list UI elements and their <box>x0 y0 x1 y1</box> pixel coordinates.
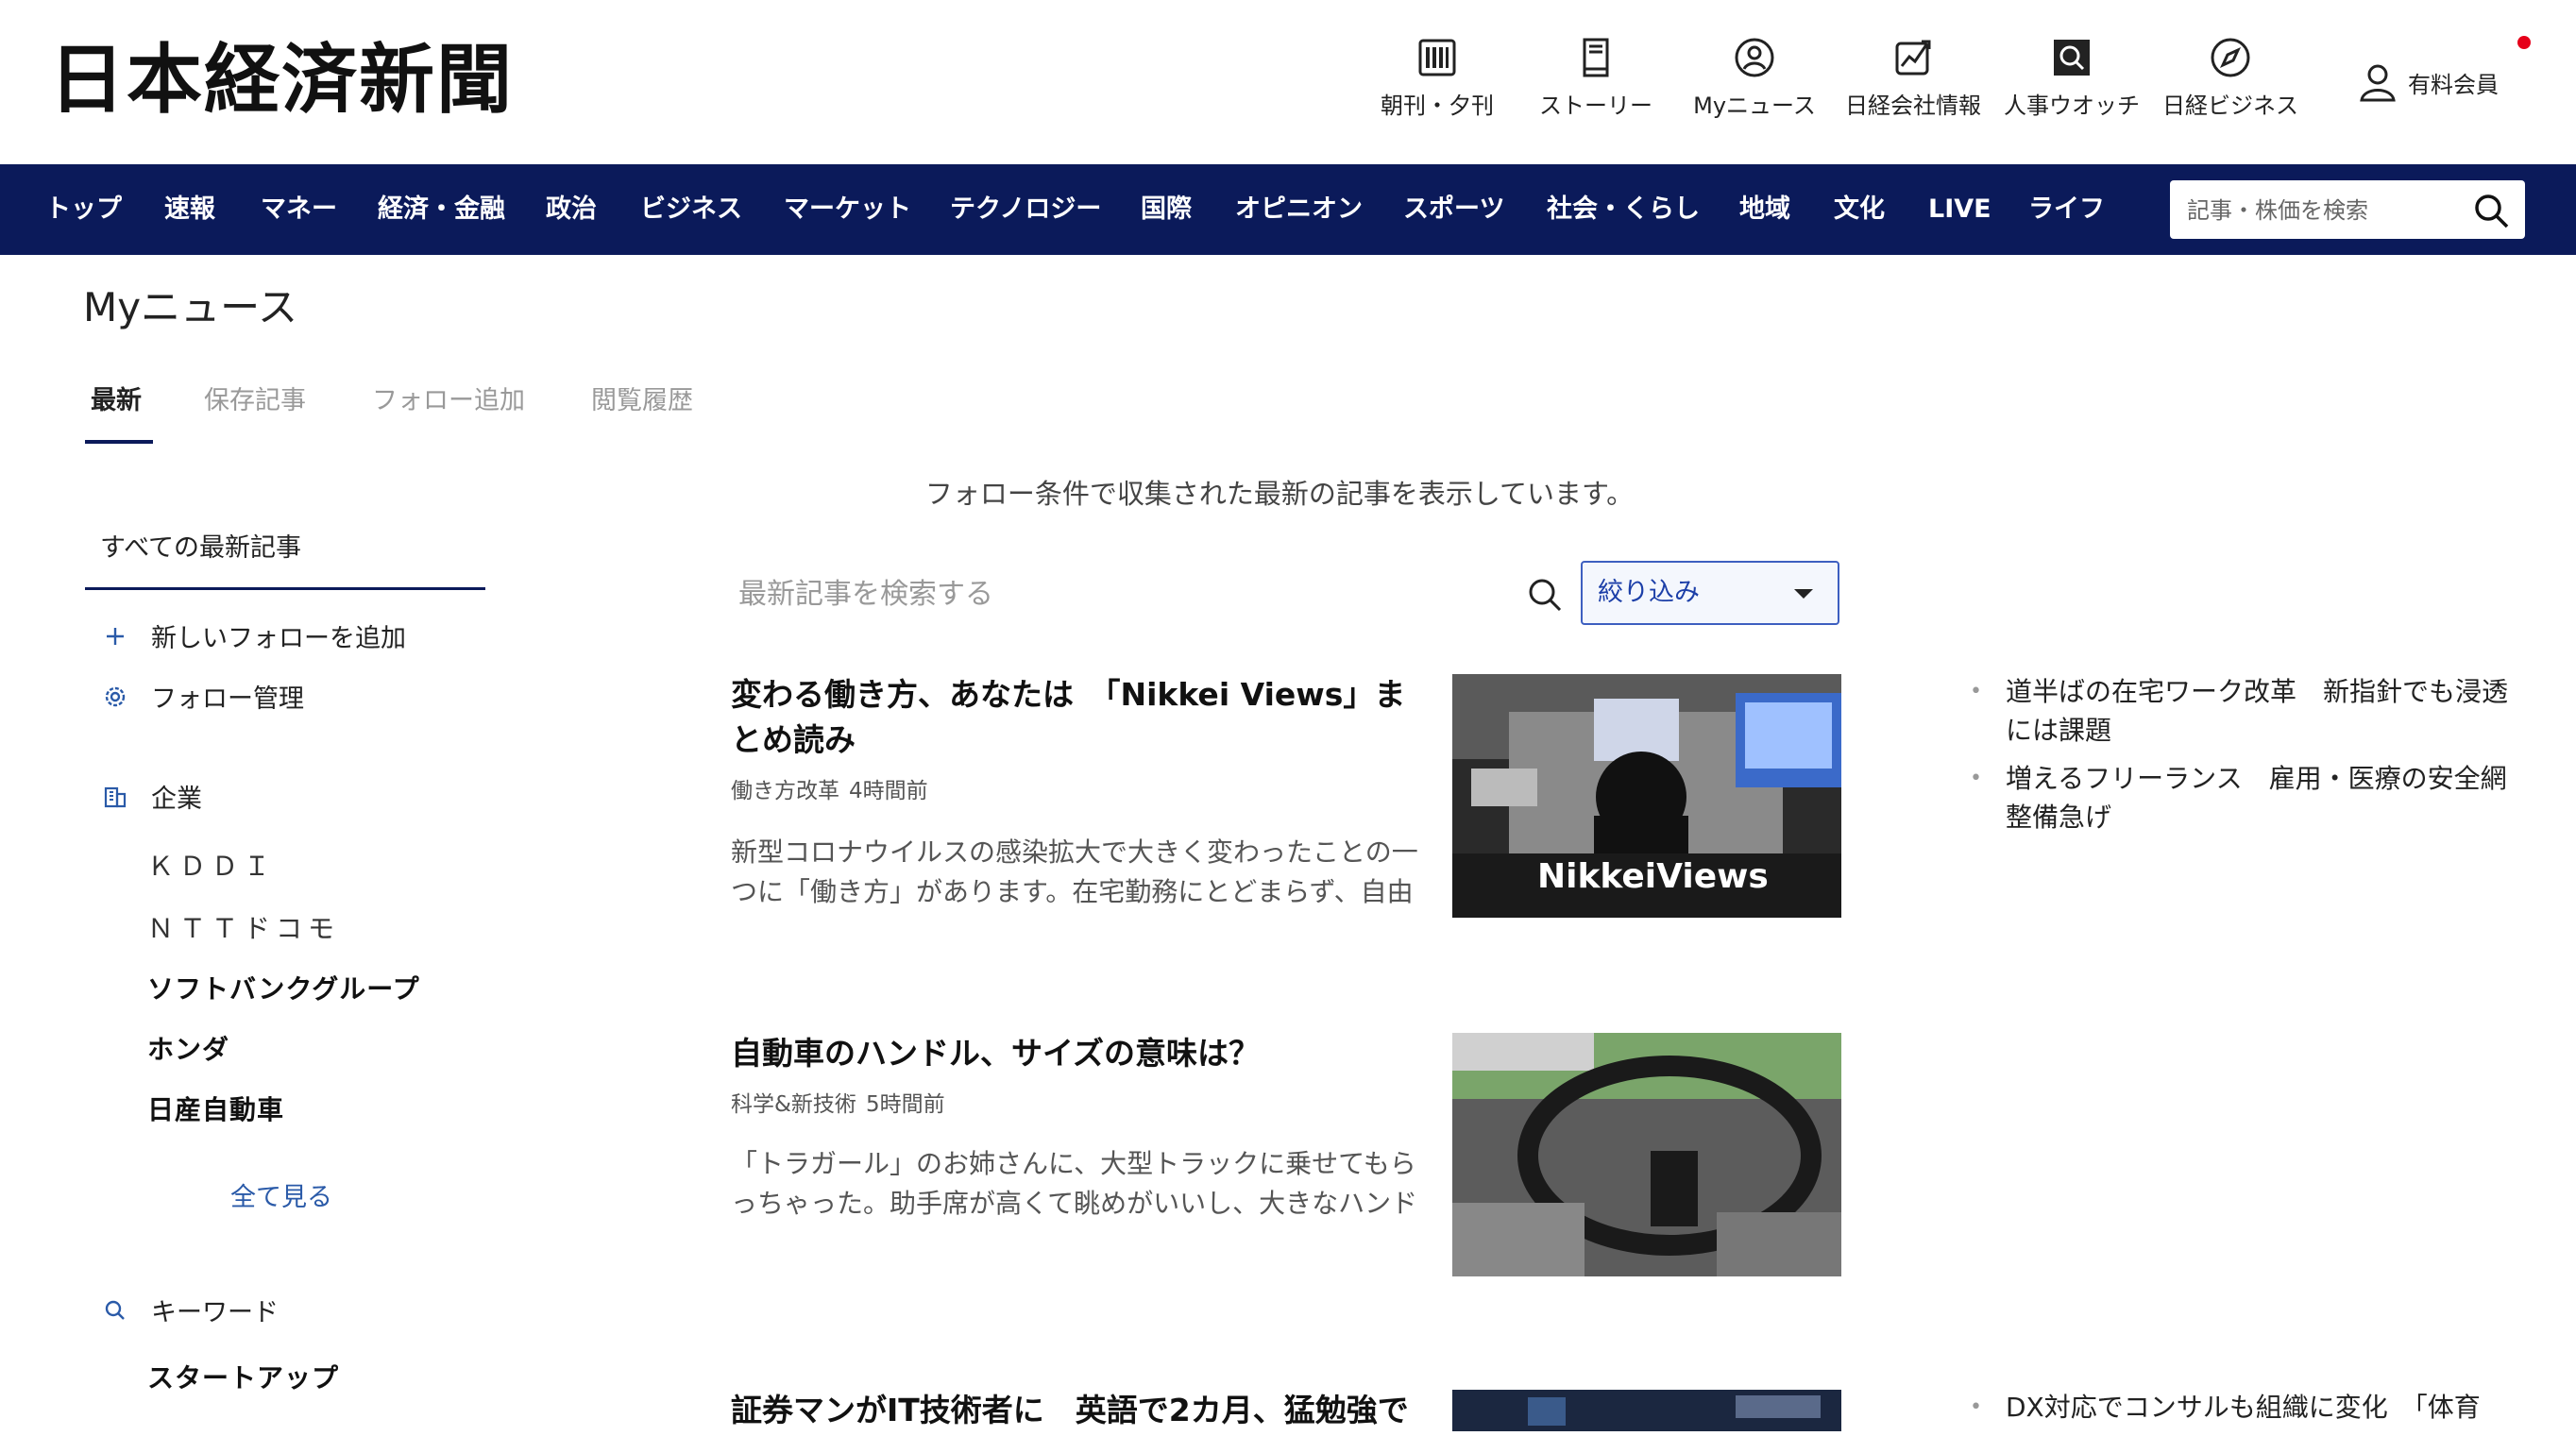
article-snippet: 「トラガール」のお姉さんに、大型トラックに乗せてもらっちゃった。助手席が高くて眺… <box>731 1148 1418 1219</box>
active-tab-indicator <box>85 440 153 444</box>
nav-item-local[interactable]: 地域 <box>1739 164 1790 255</box>
article-title[interactable]: 自動車のハンドル、サイズの意味は？ <box>731 1031 1430 1076</box>
all-latest-articles-link[interactable]: すべての最新記事 <box>100 527 301 564</box>
site-search-input[interactable] <box>2185 180 2463 241</box>
article-snippet: 新型コロナウイルスの感染拡大で大きく変わったことの一つに「働き方」があります。在… <box>731 836 1418 907</box>
see-all-companies-link[interactable]: 全て見る <box>230 1176 332 1213</box>
keywords-heading: キーワード <box>102 1292 279 1328</box>
tool-label: 朝刊・夕刊 <box>1381 93 1494 119</box>
plus-icon <box>107 627 124 645</box>
tab-follow[interactable]: フォロー追加 <box>372 380 525 416</box>
companies-label: 企業 <box>151 785 202 814</box>
related-article-link[interactable]: 道半ばの在宅ワーク改革 新指針でも浸透には課題 <box>1970 672 2517 750</box>
nav-item-politics[interactable]: 政治 <box>546 164 597 255</box>
member-label: 有料会員 <box>2408 71 2499 98</box>
search-icon[interactable] <box>1526 576 1564 614</box>
nav-item-technology[interactable]: テクノロジー <box>950 164 1101 255</box>
steering-wheel-photo <box>1452 1033 1841 1276</box>
compass-icon <box>2211 38 2250 77</box>
article-search <box>737 557 1568 631</box>
company-item[interactable]: ＫＤＤＩ <box>147 846 276 884</box>
filter-dropdown[interactable]: 絞り込み <box>1581 561 1839 625</box>
user-circle-icon <box>1735 38 1774 77</box>
tool-label: Myニュース <box>1693 93 1816 119</box>
chevron-down-icon <box>1794 589 1813 599</box>
book-icon <box>1583 38 1609 77</box>
nav-item-top[interactable]: トップ <box>45 164 122 255</box>
add-follow-link[interactable]: 新しいフォローを追加 <box>102 617 406 654</box>
nav-item-economy[interactable]: 経済・金融 <box>378 164 505 255</box>
search-icon <box>105 1300 125 1320</box>
story-button[interactable]: ストーリー <box>1511 36 1681 120</box>
manage-follow-label: フォロー管理 <box>151 684 304 714</box>
building-icon <box>104 786 127 807</box>
article-meta: 科学&新技術 5時間前 <box>731 1086 945 1118</box>
tool-label: 人事ウオッチ <box>2004 93 2140 119</box>
article-thumbnail[interactable] <box>1452 1033 1841 1276</box>
article-title[interactable]: 変わる働き方、あなたは 「Nikkei Views」まとめ読み <box>731 672 1430 763</box>
company-item[interactable]: ソフトバンクグループ <box>147 969 420 1006</box>
company-item[interactable]: ホンダ <box>147 1029 229 1067</box>
chart-icon <box>1895 40 1931 76</box>
keyword-item[interactable]: スタートアップ <box>147 1358 339 1395</box>
article-time: 4時間前 <box>849 779 928 803</box>
related-list: 道半ばの在宅ワーク改革 新指針でも浸透には課題 増えるフリーランス 雇用・医療の… <box>1970 672 2517 846</box>
office-photo: NikkeiViews <box>1452 674 1841 918</box>
article-title[interactable]: 証券マンがIT技術者に 英語で2カ月、猛勉強で <box>731 1388 1430 1433</box>
related-article-link[interactable]: 増えるフリーランス 雇用・医療の安全網整備急げ <box>1970 759 2517 836</box>
all-latest-underline <box>85 587 485 590</box>
article-thumbnail[interactable] <box>1452 1390 1841 1431</box>
my-news-button[interactable]: Myニュース <box>1669 36 1839 120</box>
nav-item-culture[interactable]: 文化 <box>1834 164 1885 255</box>
nav-item-society[interactable]: 社会・くらし <box>1547 164 1700 255</box>
article-tag[interactable]: 科学&新技術 <box>731 1092 856 1117</box>
tool-label: ストーリー <box>1539 93 1652 119</box>
tab-history[interactable]: 閲覧履歴 <box>591 380 693 416</box>
notification-dot <box>2517 36 2531 49</box>
nav-item-sports[interactable]: スポーツ <box>1403 164 1504 255</box>
companies-heading: 企業 <box>102 778 202 815</box>
intro-text: フォロー条件で収集された最新の記事を表示しています。 <box>924 478 1635 510</box>
morning-evening-edition-button[interactable]: 朝刊・夕刊 <box>1352 36 1522 120</box>
tool-label: 日経会社情報 <box>1845 93 1981 119</box>
gear-icon <box>105 686 126 706</box>
article-photo <box>1452 1390 1841 1431</box>
nav-item-money[interactable]: マネー <box>261 164 337 255</box>
tab-latest[interactable]: 最新 <box>91 380 142 416</box>
nikkei-business-button[interactable]: 日経ビジネス <box>2145 36 2315 120</box>
related-article-link[interactable]: DX対応でコンサルも組織に変化 「体育 <box>1970 1388 2517 1427</box>
search-square-icon <box>2054 40 2090 76</box>
tool-label: 日経ビジネス <box>2162 93 2298 119</box>
article-tag[interactable]: 働き方改革 <box>731 779 839 803</box>
company-info-button[interactable]: 日経会社情報 <box>1828 36 1998 120</box>
nikkei-views-caption: NikkeiViews <box>1537 857 1769 896</box>
member-button[interactable]: 有料会員 <box>2359 62 2499 102</box>
related-list: DX対応でコンサルも組織に変化 「体育 <box>1970 1388 2517 1436</box>
manage-follow-link[interactable]: フォロー管理 <box>102 678 304 715</box>
nav-item-market[interactable]: マーケット <box>784 164 911 255</box>
nikkei-logo[interactable]: 日本経済新聞 <box>49 36 514 123</box>
article-time: 5時間前 <box>865 1092 945 1117</box>
article-thumbnail[interactable]: NikkeiViews <box>1452 674 1841 918</box>
personnel-watch-button[interactable]: 人事ウオッチ <box>1987 36 2157 120</box>
nav-item-life[interactable]: ライフ <box>2028 164 2105 255</box>
article-search-input[interactable] <box>737 557 1496 631</box>
search-icon[interactable] <box>2472 192 2510 229</box>
tab-saved[interactable]: 保存記事 <box>204 380 306 416</box>
site-search <box>2170 180 2525 241</box>
nav-item-opinion[interactable]: オピニオン <box>1235 164 1363 255</box>
newspaper-icon <box>1418 39 1456 76</box>
add-follow-label: 新しいフォローを追加 <box>151 624 406 653</box>
article-meta: 働き方改革 4時間前 <box>731 772 928 804</box>
nav-item-world[interactable]: 国際 <box>1141 164 1192 255</box>
page-title: Myニュース <box>83 284 297 330</box>
nav-item-breaking[interactable]: 速報 <box>164 164 215 255</box>
filter-label: 絞り込み <box>1598 578 1700 607</box>
nav-item-live[interactable]: LIVE <box>1928 164 1991 255</box>
nav-item-business[interactable]: ビジネス <box>640 164 742 255</box>
company-item[interactable]: 日産自動車 <box>147 1090 284 1127</box>
user-icon <box>2360 64 2396 102</box>
company-item[interactable]: ＮＴＴドコモ <box>147 908 340 946</box>
keywords-label: キーワード <box>151 1298 279 1327</box>
